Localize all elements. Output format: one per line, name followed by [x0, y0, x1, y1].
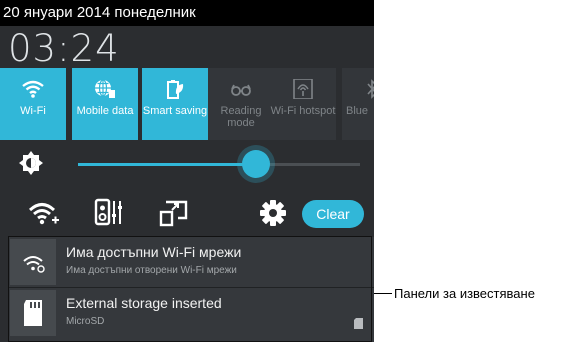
tile-label: Mobile data [76, 105, 134, 117]
callout-line [374, 293, 392, 294]
tile-label: Wi-Fi hotspot [270, 105, 336, 117]
tile-label: Smart saving [142, 105, 208, 117]
smart-saving-toggle[interactable]: Smart saving [142, 68, 208, 140]
wifi-notification-icon [23, 256, 45, 273]
clear-button[interactable]: Clear [302, 200, 364, 228]
status-date: 20 януари 2014 понеделник [3, 4, 196, 21]
notification-wifi[interactable]: Има достъпни Wi-Fi мрежи Има достъпни от… [8, 237, 374, 287]
sd-card-small-icon [354, 318, 363, 329]
callout-label: Панели за известяване [394, 286, 535, 301]
notification-subtitle: Има достъпни отворени Wi-Fi мрежи [66, 265, 237, 276]
notification-title: External storage inserted [66, 295, 222, 311]
wifi-toggle[interactable]: Wi-Fi [0, 68, 66, 140]
notification-shade: 20 януари 2014 понеделник 03:24 Wi-Fi Mo… [0, 0, 374, 342]
clock: 03:24 [8, 27, 120, 70]
globe-icon [95, 79, 115, 98]
action-row: Clear [0, 190, 374, 236]
glasses-icon [231, 84, 251, 96]
notification-icon-box [10, 239, 56, 285]
screen-cast-icon[interactable] [158, 198, 190, 228]
notification-title: Има достъпни Wi-Fi мрежи [66, 244, 242, 260]
notification-subtitle: MicroSD [66, 316, 105, 327]
battery-leaf-icon [167, 80, 184, 99]
tile-label: Reading mode [220, 105, 262, 129]
reading-mode-toggle[interactable]: Reading mode [208, 68, 274, 140]
tile-label: Blue [346, 105, 369, 117]
bluetooth-toggle[interactable]: Blue [342, 68, 374, 140]
gear-icon[interactable] [258, 198, 288, 228]
audio-mixer-icon[interactable] [93, 198, 125, 228]
brightness-slider-thumb[interactable] [241, 150, 270, 178]
brightness-slider-fill [78, 163, 256, 166]
hotspot-icon [293, 79, 313, 99]
bluetooth-icon [367, 79, 374, 99]
status-bar: 20 януари 2014 понеделник [0, 0, 374, 26]
wifi-settings-icon[interactable] [28, 198, 60, 228]
wifi-hotspot-toggle[interactable]: Wi-Fi hotspot [270, 68, 336, 140]
notification-storage[interactable]: External storage inserted MicroSD [8, 288, 374, 342]
tile-label: Wi-Fi [20, 105, 46, 117]
brightness-slider[interactable] [78, 163, 360, 166]
mobile-data-toggle[interactable]: Mobile data [72, 68, 138, 140]
quick-settings-row: Wi-Fi Mobile data Smart saving Reading m… [0, 68, 374, 140]
brightness-icon [19, 151, 43, 175]
sd-card-icon [24, 300, 42, 326]
brightness-row [0, 144, 374, 184]
wifi-icon [22, 80, 44, 98]
notification-icon-box [10, 290, 56, 336]
